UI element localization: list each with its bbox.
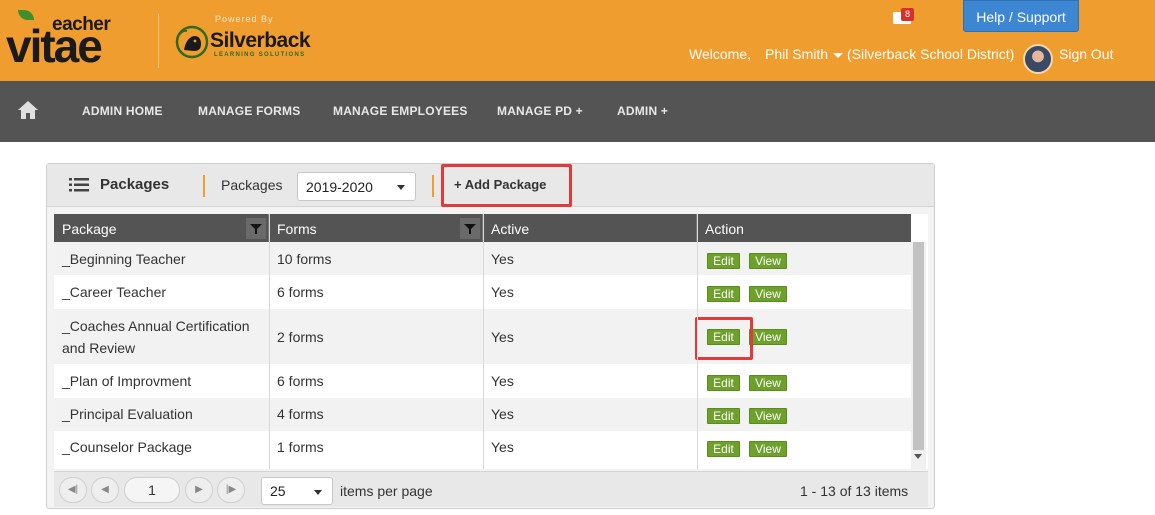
- view-button[interactable]: View: [749, 375, 787, 391]
- filter-icon[interactable]: [246, 218, 266, 239]
- column-header-label: Active: [491, 221, 530, 237]
- powered-by-text: Powered By: [215, 14, 274, 24]
- view-button[interactable]: View: [749, 329, 787, 345]
- column-header-forms[interactable]: Forms: [269, 214, 483, 242]
- silverback-logo: Powered By Silverback LEARNING SOLUTIONS: [172, 12, 332, 64]
- chevron-down-icon: [314, 490, 322, 495]
- column-header-active[interactable]: Active: [483, 214, 697, 242]
- mail-notification[interactable]: 8: [893, 8, 914, 24]
- partner-name: Silverback: [210, 29, 311, 52]
- leaf-icon: [18, 10, 34, 20]
- filter-icon[interactable]: [460, 218, 480, 239]
- forms-count: 4 forms: [277, 406, 324, 422]
- divider: [203, 175, 205, 197]
- items-per-page-label: items per page: [340, 483, 433, 499]
- column-header-label: Package: [62, 221, 117, 237]
- help-support-button[interactable]: Help / Support: [963, 0, 1079, 32]
- edit-button[interactable]: Edit: [707, 441, 740, 457]
- mail-count-badge: 8: [901, 8, 914, 21]
- district-name: (Silverback School District): [847, 46, 1015, 62]
- package-name[interactable]: _Coaches Annual Certification and Review: [62, 315, 267, 359]
- list-icon: [69, 178, 89, 192]
- active-status: Yes: [491, 284, 514, 300]
- prev-page-icon[interactable]: ◀: [91, 477, 119, 503]
- gorilla-icon: [175, 25, 209, 59]
- column-header-action: Action: [697, 214, 911, 242]
- sign-out-link[interactable]: Sign Out: [1059, 46, 1113, 62]
- edit-button[interactable]: Edit: [707, 286, 740, 302]
- grid-scrollbar[interactable]: [911, 242, 926, 469]
- nav-admin[interactable]: ADMIN +: [617, 104, 668, 118]
- edit-button[interactable]: Edit: [707, 375, 740, 391]
- edit-button[interactable]: Edit: [707, 253, 740, 269]
- nav-manage-forms[interactable]: MANAGE FORMS: [198, 104, 300, 118]
- active-status: Yes: [491, 329, 514, 345]
- panel-toolbar: Packages Packages 2019-2020 + Add Packag…: [47, 164, 934, 207]
- package-name[interactable]: _Plan of Improvment: [62, 370, 191, 392]
- edit-button[interactable]: Edit: [707, 408, 740, 424]
- user-menu[interactable]: Phil Smith: [765, 46, 844, 62]
- divider: [432, 175, 434, 197]
- forms-count: 10 forms: [277, 251, 332, 267]
- logo-word: vitae: [6, 20, 103, 72]
- scroll-down-icon[interactable]: [914, 454, 922, 459]
- column-header-package[interactable]: Package: [54, 214, 269, 242]
- forms-count: 6 forms: [277, 373, 324, 389]
- item-count: 1 - 13 of 13 items: [800, 483, 909, 499]
- packages-label: Packages: [221, 177, 283, 193]
- first-page-icon[interactable]: ◀|: [59, 477, 87, 503]
- top-header: eacher vitae Powered By Silverback LEARN…: [0, 0, 1155, 81]
- active-status: Yes: [491, 406, 514, 422]
- scroll-thumb[interactable]: [913, 242, 924, 450]
- nav-admin-home[interactable]: ADMIN HOME: [82, 104, 163, 118]
- column-divider: [483, 214, 484, 469]
- column-divider: [697, 214, 698, 469]
- caret-down-icon: [833, 52, 844, 58]
- school-year-value: 2019-2020: [306, 179, 373, 195]
- column-divider: [269, 214, 270, 469]
- teacher-vitae-logo[interactable]: eacher vitae: [6, 8, 146, 72]
- package-name[interactable]: _Career Teacher: [62, 281, 166, 303]
- column-header-label: Forms: [277, 221, 317, 237]
- partner-subtitle: LEARNING SOLUTIONS: [214, 52, 306, 58]
- home-icon[interactable]: [17, 100, 39, 120]
- view-button[interactable]: View: [749, 408, 787, 424]
- forms-count: 6 forms: [277, 284, 324, 300]
- welcome-text: Welcome,: [689, 46, 751, 62]
- active-status: Yes: [491, 439, 514, 455]
- forms-count: 1 forms: [277, 439, 324, 455]
- main-nav: ADMIN HOME MANAGE FORMS MANAGE EMPLOYEES…: [0, 81, 1155, 142]
- grid-pager: ◀| ◀ 1 ▶ |▶ 25 items per page 1 - 13 of …: [54, 471, 928, 507]
- package-name[interactable]: _Principal Evaluation: [62, 403, 193, 425]
- user-name: Phil Smith: [765, 46, 829, 62]
- chevron-down-icon: [397, 185, 405, 190]
- packages-grid: Package Forms Active Action _Beginning T…: [54, 214, 928, 469]
- active-status: Yes: [491, 373, 514, 389]
- view-button[interactable]: View: [749, 286, 787, 302]
- package-name[interactable]: _Counselor Package: [62, 436, 192, 458]
- active-status: Yes: [491, 251, 514, 267]
- logo-divider: [158, 14, 159, 68]
- nav-manage-pd[interactable]: MANAGE PD +: [497, 104, 583, 118]
- page-number-input[interactable]: 1: [124, 477, 180, 503]
- package-name[interactable]: _Beginning Teacher: [62, 248, 186, 270]
- panel-title: Packages: [100, 176, 170, 193]
- school-year-select[interactable]: 2019-2020: [297, 172, 416, 201]
- nav-manage-employees[interactable]: MANAGE EMPLOYEES: [333, 104, 468, 118]
- page-size-value: 25: [270, 483, 286, 499]
- view-button[interactable]: View: [749, 441, 787, 457]
- last-page-icon[interactable]: |▶: [217, 477, 245, 503]
- next-page-icon[interactable]: ▶: [185, 477, 213, 503]
- highlight-box: [695, 317, 753, 360]
- packages-panel: Packages Packages 2019-2020 + Add Packag…: [46, 163, 935, 509]
- forms-count: 2 forms: [277, 329, 324, 345]
- column-header-label: Action: [705, 221, 744, 237]
- page-size-select[interactable]: 25: [261, 477, 333, 505]
- avatar[interactable]: [1023, 44, 1053, 74]
- highlight-box: [441, 164, 572, 207]
- view-button[interactable]: View: [749, 253, 787, 269]
